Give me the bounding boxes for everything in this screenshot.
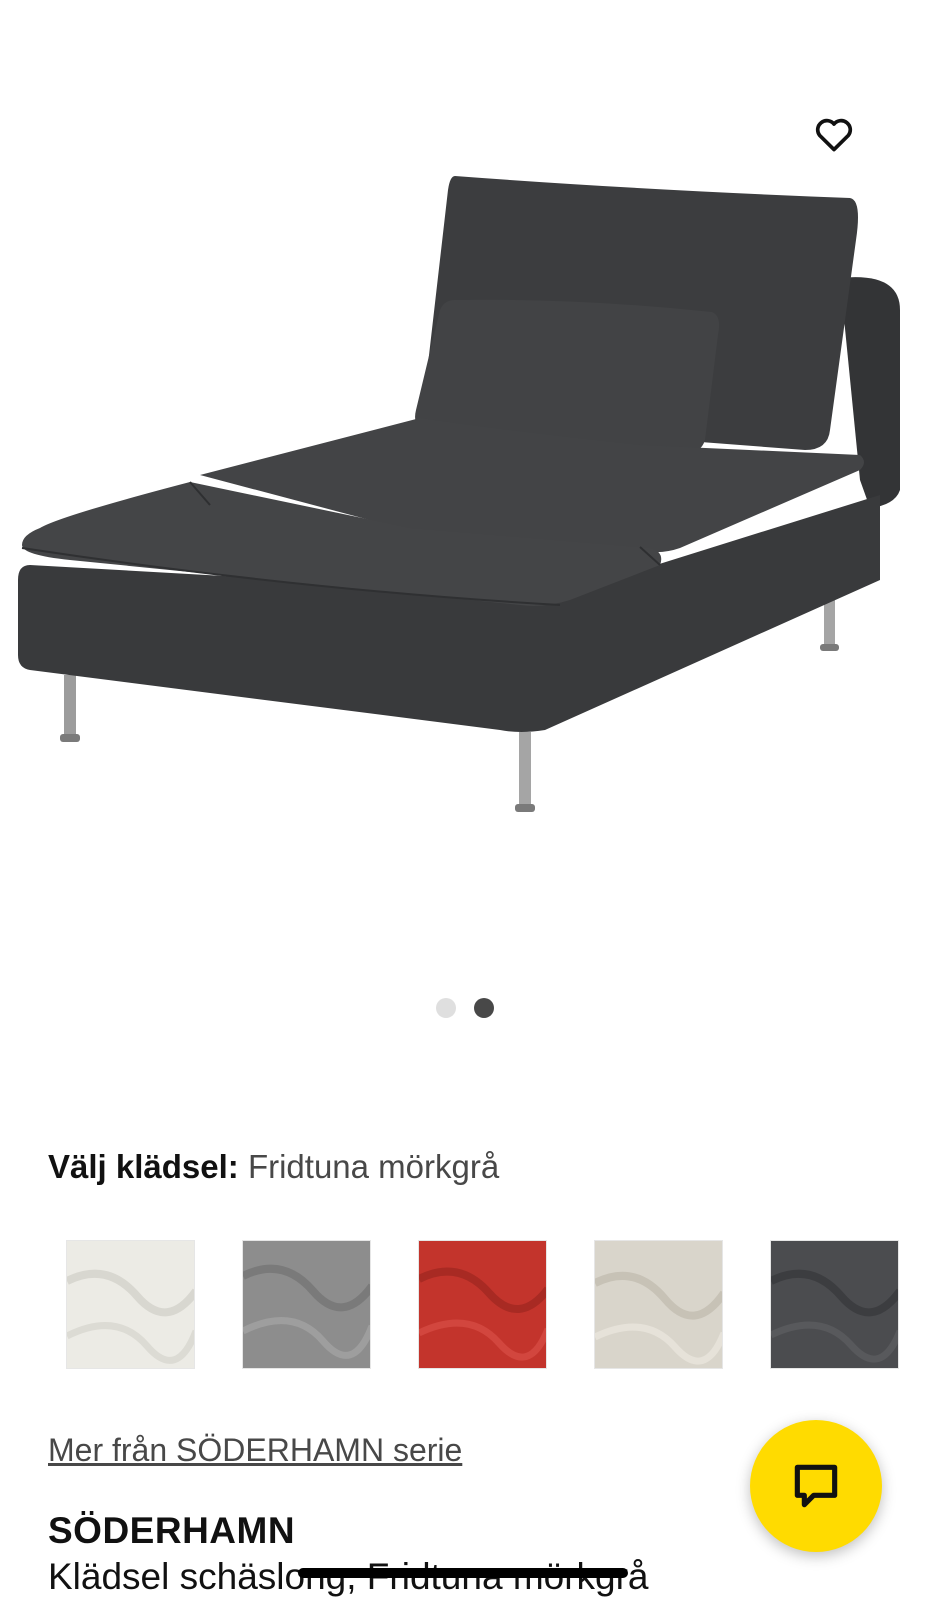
favorite-button[interactable] bbox=[808, 108, 860, 160]
product-gallery[interactable] bbox=[0, 0, 930, 1060]
pagination-dot[interactable] bbox=[436, 998, 456, 1018]
fabric-swatch-texture bbox=[419, 1241, 546, 1368]
fabric-swatch-texture bbox=[771, 1241, 898, 1368]
fabric-swatch[interactable] bbox=[418, 1240, 547, 1369]
pagination-dot-active[interactable] bbox=[474, 998, 494, 1018]
fabric-swatch[interactable] bbox=[594, 1240, 723, 1369]
fabric-swatch-texture bbox=[243, 1241, 370, 1368]
fabric-label-heading: Välj klädsel: bbox=[48, 1148, 239, 1185]
fabric-swatch-list bbox=[66, 1240, 899, 1369]
gallery-pagination bbox=[0, 998, 930, 1018]
fabric-swatch[interactable] bbox=[242, 1240, 371, 1369]
fabric-swatch[interactable] bbox=[66, 1240, 195, 1369]
fabric-swatch-texture bbox=[67, 1241, 194, 1368]
chat-bubble-icon bbox=[794, 1464, 838, 1508]
heart-outline-icon bbox=[815, 118, 853, 152]
chat-button[interactable] bbox=[750, 1420, 882, 1552]
product-title: SÖDERHAMN bbox=[48, 1510, 296, 1551]
fabric-selector-label: Välj klädsel: Fridtuna mörkgrå bbox=[48, 1148, 499, 1186]
home-indicator[interactable] bbox=[298, 1568, 628, 1578]
fabric-swatch-texture bbox=[595, 1241, 722, 1368]
fabric-selected-value: Fridtuna mörkgrå bbox=[247, 1148, 500, 1185]
fabric-swatch-selected[interactable] bbox=[770, 1240, 899, 1369]
series-link[interactable]: Mer från SÖDERHAMN serie bbox=[48, 1432, 462, 1469]
product-image bbox=[18, 176, 900, 812]
